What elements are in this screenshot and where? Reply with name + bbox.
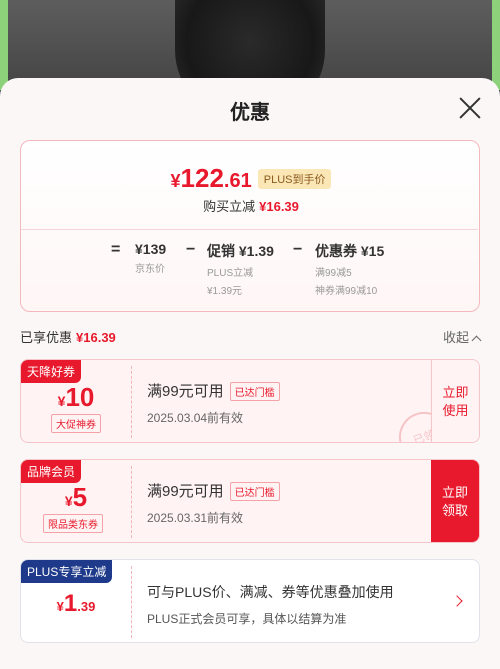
calc-jd-price: ¥139 京东价 [135,241,167,275]
calc-promo: 促销 ¥1.39 PLUS立减 ¥1.39元 [207,243,274,297]
coupon-condition: 大促神券 [51,414,101,433]
coupon-date: 2025.03.31前有效 [147,511,244,526]
reduce-row: 购买立减 ¥16.39 [21,196,481,215]
collapse-button[interactable]: 收起 [443,327,482,346]
final-price-row: ¥122.61 PLUS到手价 [21,163,481,194]
reduce-label: 购买立减 [203,199,256,214]
coupon-amount: ¥10 [57,382,95,412]
enjoyed-amount: ¥16.39 [76,330,116,345]
price-summary-card: ¥122.61 PLUS到手价 购买立减 ¥16.39 = ¥139 京东价 − 促… [20,140,480,312]
background-decoration [0,0,8,90]
enjoyed-label: 已享优惠 ¥16.39 [20,330,116,345]
background-decoration [492,0,500,90]
divider [21,229,478,230]
final-price: ¥122.61 [170,163,252,193]
coupon-badge: 已达门槛 [229,382,280,402]
coupon-title: 满99元可用 [147,483,224,500]
chevron-right-icon[interactable] [451,595,463,607]
plus-promo-note: PLUS正式会员可享，具体以结算为准 [147,612,347,626]
coupon-left: ¥10 大促神券 [21,360,131,442]
calc-coupon: 优惠券 ¥15 满99减5 神券满99减10 [315,243,385,297]
plus-promo-body: 可与PLUS价、满减、券等优惠叠加使用 PLUS正式会员可享，具体以结算为准 [147,582,394,627]
plus-promo-desc: 可与PLUS价、满减、券等优惠叠加使用 [147,584,394,600]
plus-separator [131,566,132,638]
coupon-left: ¥5 限品类东券 [21,460,131,542]
coupon-body: 满99元可用 已达门槛 2025.03.31前有效 [147,480,280,526]
coupon-date: 2025.03.04前有效 [147,411,244,426]
reduce-amount: ¥16.39 [259,199,299,214]
coupon-badge: 已达门槛 [229,482,280,502]
plus-promo-tag: PLUS专享立减 [21,560,113,583]
claim-now-button[interactable]: 立即 领取 [431,460,479,542]
chevron-up-icon [471,335,482,346]
coupon-card[interactable]: 品牌会员 ¥5 限品类东券 满99元可用 已达门槛 2025.03.31前有效 立… [20,459,480,543]
plus-promo-card[interactable]: PLUS专享立减 ¥1.39 可与PLUS价、满减、券等优惠叠加使用 PLUS正… [20,559,480,643]
use-now-button[interactable]: 立即 使用 [431,360,479,442]
plus-price-tag: PLUS到手价 [257,168,332,189]
coupon-amount: ¥5 [64,482,88,512]
enjoyed-discount-row: 已享优惠 ¥16.39 收起 [20,327,482,347]
coupon-condition: 限品类东券 [43,514,103,533]
discount-sheet: 优惠 ¥122.61 PLUS到手价 购买立减 ¥16.39 = ¥139 京东价 … [0,78,500,669]
coupon-title: 满99元可用 [147,383,224,400]
close-icon[interactable] [458,96,482,120]
coupon-separator [131,366,132,438]
sheet-title: 优惠 [230,102,270,124]
coupon-separator [131,466,132,538]
coupon-card[interactable]: 天降好券 ¥10 大促神券 满99元可用 已达门槛 2025.03.04前有效 已… [20,359,480,443]
coupon-body: 满99元可用 已达门槛 2025.03.04前有效 [147,380,280,426]
plus-promo-amount: ¥1.39 [56,590,96,617]
